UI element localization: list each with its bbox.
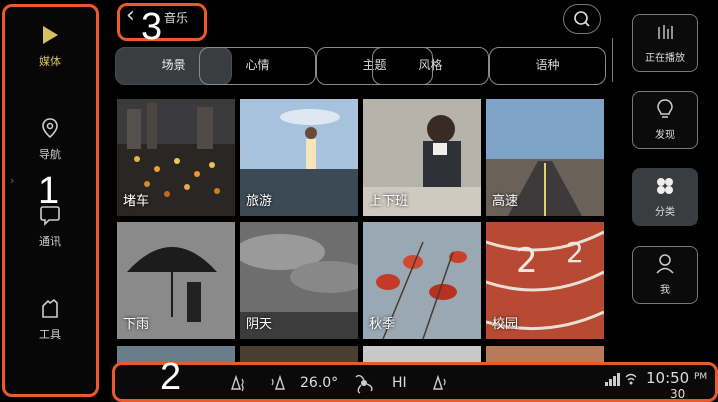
now-playing-button[interactable]: 正在播放 [632, 14, 698, 72]
annotation-number-3: 3 [141, 6, 163, 48]
svg-text:2: 2 [516, 241, 538, 281]
user-icon [656, 254, 674, 274]
equalizer-icon [658, 25, 673, 39]
right-panel-label: 我 [660, 285, 670, 296]
tile-commute[interactable]: 上下班 [363, 99, 481, 216]
tile-campus[interactable]: 2 2 校园 [486, 222, 604, 339]
tile-travel[interactable]: 旅游 [240, 99, 358, 216]
annotation-number-2: 2 [160, 356, 182, 398]
category-icon [657, 178, 673, 194]
right-panel-label: 发现 [655, 130, 675, 141]
divider [612, 38, 613, 82]
search-icon [574, 11, 590, 27]
annotation-box-2 [112, 362, 718, 402]
tile-caption: 旅游 [246, 194, 273, 209]
search-button[interactable] [563, 4, 601, 34]
tile-caption: 校园 [492, 317, 519, 332]
me-button[interactable]: 我 [632, 246, 698, 304]
tab-style[interactable]: 风格 [372, 47, 489, 85]
tile-caption: 高速 [492, 194, 519, 209]
tile-caption: 秋季 [369, 317, 396, 332]
tile-cloudy[interactable]: 阴天 [240, 222, 358, 339]
tab-mood[interactable]: 心情 [199, 47, 316, 85]
tile-caption: 下雨 [123, 317, 150, 332]
tile-highway[interactable]: 高速 [486, 99, 604, 216]
svg-text:2: 2 [566, 236, 584, 269]
right-panel-label: 正在播放 [645, 53, 685, 64]
discover-button[interactable]: 发现 [632, 91, 698, 149]
tile-caption: 上下班 [369, 194, 409, 209]
tab-label: 风格 [418, 58, 443, 72]
tile-traffic-jam[interactable]: 堵车 [117, 99, 235, 216]
tab-label: 语种 [535, 58, 560, 72]
lightbulb-icon [657, 99, 673, 118]
tab-language[interactable]: 语种 [489, 47, 606, 85]
right-panel-label: 分类 [655, 207, 675, 218]
tile-rain[interactable]: 下雨 [117, 222, 235, 339]
tab-label: 心情 [245, 58, 270, 72]
tile-autumn[interactable]: 秋季 [363, 222, 481, 339]
tile-caption: 堵车 [123, 194, 150, 209]
tile-caption: 阴天 [246, 317, 273, 332]
tab-label: 场景 [161, 58, 186, 72]
category-button[interactable]: 分类 [632, 168, 698, 226]
annotation-number-1: 1 [38, 170, 60, 212]
